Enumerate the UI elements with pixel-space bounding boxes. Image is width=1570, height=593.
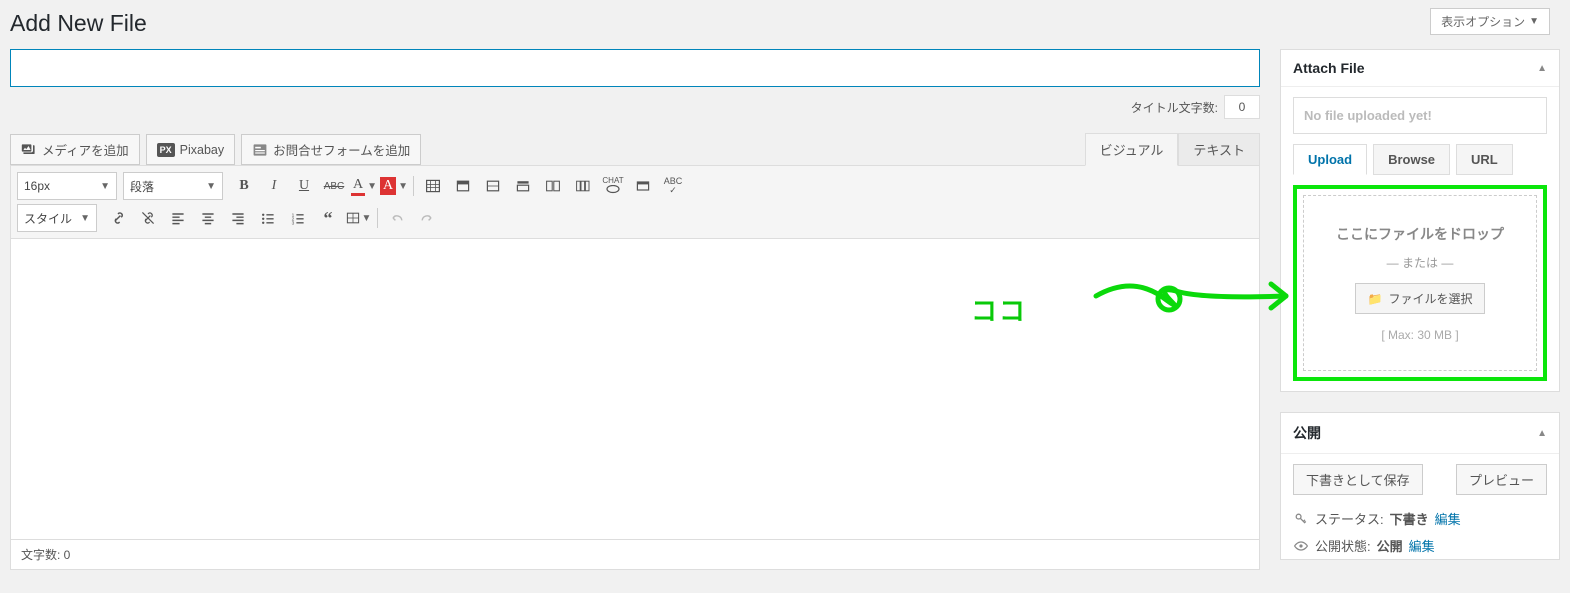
box3-button[interactable]: [508, 172, 538, 200]
form-icon: [252, 142, 268, 158]
table2-button[interactable]: ▼: [343, 204, 373, 232]
bg-color-button[interactable]: A▼: [379, 172, 409, 200]
separator: [413, 176, 414, 196]
redo-button[interactable]: [412, 204, 442, 232]
status-row: ステータス: 下書き 編集: [1281, 505, 1559, 532]
chevron-down-icon: ▼: [80, 213, 90, 224]
title-input[interactable]: [10, 49, 1260, 87]
collapse-icon: ▲: [1537, 63, 1547, 74]
attach-file-box: Attach File ▲ No file uploaded yet! Uplo…: [1280, 49, 1560, 392]
pixabay-icon: PX: [157, 143, 175, 157]
tab-visual[interactable]: ビジュアル: [1085, 133, 1179, 166]
upload-highlight: ここにファイルをドロップ — または — 📁 ファイルを選択 [ Max: 30…: [1293, 185, 1547, 381]
editor-footer: 文字数: 0: [11, 539, 1259, 569]
or-text: — または —: [1314, 254, 1526, 271]
layout1-button[interactable]: [538, 172, 568, 200]
chat-button[interactable]: CHAT: [598, 172, 628, 200]
undo-button[interactable]: [382, 204, 412, 232]
collapse-icon: ▲: [1537, 428, 1547, 439]
link-button[interactable]: [103, 204, 133, 232]
attach-file-header[interactable]: Attach File ▲: [1281, 50, 1559, 87]
screen-options-button[interactable]: 表示オプション ▼: [1430, 8, 1550, 35]
tab-browse[interactable]: Browse: [1373, 144, 1450, 175]
blockquote-button[interactable]: “: [313, 204, 343, 232]
edit-status-link[interactable]: 編集: [1435, 509, 1461, 528]
annotation-arrow: [1091, 271, 1301, 331]
align-right-button[interactable]: [223, 204, 253, 232]
strikethrough-button[interactable]: ABC: [319, 172, 349, 200]
bullet-list-button[interactable]: [253, 204, 283, 232]
publish-box: 公開 ▲ 下書きとして保存 プレビュー ステータス: 下書き 編集 公開状態: …: [1280, 412, 1560, 560]
table-button[interactable]: [418, 172, 448, 200]
screen-options-label: 表示オプション: [1441, 13, 1525, 30]
publish-title: 公開: [1293, 423, 1321, 443]
italic-button[interactable]: I: [259, 172, 289, 200]
attach-file-title: Attach File: [1293, 60, 1365, 76]
pixabay-button[interactable]: PX Pixabay: [146, 134, 236, 165]
page-title: Add New File: [10, 8, 147, 39]
eye-icon: [1293, 538, 1309, 554]
key-icon: [1293, 511, 1309, 527]
card-button[interactable]: [628, 172, 658, 200]
pixabay-label: Pixabay: [180, 143, 224, 157]
drop-text: ここにファイルをドロップ: [1314, 224, 1526, 244]
style-select[interactable]: スタイル▼: [17, 204, 97, 232]
media-icon: [21, 142, 37, 158]
tab-url[interactable]: URL: [1456, 144, 1513, 175]
unlink-button[interactable]: [133, 204, 163, 232]
layout2-button[interactable]: [568, 172, 598, 200]
box1-button[interactable]: [448, 172, 478, 200]
spellcheck-button[interactable]: ABC✓: [658, 172, 688, 200]
upload-dropzone[interactable]: ここにファイルをドロップ — または — 📁 ファイルを選択 [ Max: 30…: [1303, 195, 1537, 371]
align-left-button[interactable]: [163, 204, 193, 232]
separator: [377, 208, 378, 228]
chevron-down-icon: ▼: [1529, 16, 1539, 27]
text-color-button[interactable]: A▼: [349, 172, 379, 200]
select-file-button[interactable]: 📁 ファイルを選択: [1355, 283, 1486, 314]
annotation-text: ココ: [971, 291, 1027, 328]
box2-button[interactable]: [478, 172, 508, 200]
no-file-message: No file uploaded yet!: [1293, 97, 1547, 134]
preview-button[interactable]: プレビュー: [1456, 464, 1547, 495]
font-size-select[interactable]: 16px▼: [17, 172, 117, 200]
chevron-down-icon: ▼: [206, 181, 216, 192]
underline-button[interactable]: U: [289, 172, 319, 200]
chevron-down-icon: ▼: [100, 181, 110, 192]
edit-visibility-link[interactable]: 編集: [1409, 536, 1435, 555]
select-file-label: ファイルを選択: [1388, 290, 1472, 307]
visibility-row: 公開状態: 公開 編集: [1281, 532, 1559, 559]
contact-form-button[interactable]: お問合せフォームを追加: [241, 134, 421, 165]
number-list-button[interactable]: 123: [283, 204, 313, 232]
folder-icon: 📁: [1368, 292, 1383, 306]
format-select[interactable]: 段落▼: [123, 172, 223, 200]
add-media-label: メディアを追加: [42, 140, 129, 159]
svg-text:3: 3: [292, 220, 295, 226]
publish-header[interactable]: 公開 ▲: [1281, 413, 1559, 454]
editor-content[interactable]: ココ: [11, 239, 1259, 539]
title-count-value: 0: [1224, 95, 1260, 119]
tab-text[interactable]: テキスト: [1178, 133, 1260, 165]
contact-form-label: お問合せフォームを追加: [273, 140, 410, 159]
tab-upload[interactable]: Upload: [1293, 144, 1367, 175]
add-media-button[interactable]: メディアを追加: [10, 134, 140, 165]
max-size-text: [ Max: 30 MB ]: [1314, 328, 1526, 342]
align-center-button[interactable]: [193, 204, 223, 232]
title-count-label: タイトル文字数:: [1131, 99, 1218, 116]
bold-button[interactable]: B: [229, 172, 259, 200]
save-draft-button[interactable]: 下書きとして保存: [1293, 464, 1423, 495]
